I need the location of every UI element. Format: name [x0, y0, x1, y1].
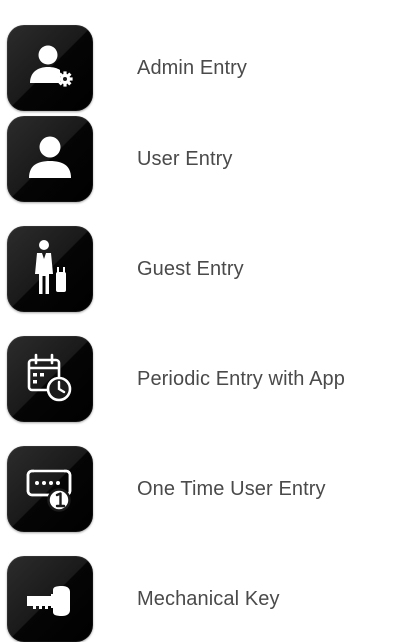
entry-row-user[interactable]: User Entry — [7, 116, 412, 202]
guest-entry-tile — [7, 226, 93, 312]
key-icon — [27, 586, 70, 616]
entry-label: User Entry — [137, 147, 233, 170]
entry-row-admin[interactable]: Admin Entry — [7, 25, 412, 111]
entry-label: Periodic Entry with App — [137, 367, 345, 390]
entry-label: Admin Entry — [137, 56, 248, 79]
entry-row-periodic[interactable]: Periodic Entry with App — [7, 336, 412, 422]
user-icon — [29, 136, 71, 178]
one-time-entry-tile — [7, 446, 93, 532]
entry-row-one-time[interactable]: One Time User Entry — [7, 446, 412, 532]
admin-entry-tile — [7, 25, 93, 111]
periodic-entry-tile — [7, 336, 93, 422]
user-entry-tile — [7, 116, 93, 202]
entry-row-guest[interactable]: Guest Entry — [7, 226, 412, 312]
entry-method-list: Admin Entry User Entry Guest Entry Perio… — [0, 0, 417, 642]
one-time-code-icon — [26, 469, 72, 512]
entry-label: One Time User Entry — [137, 477, 326, 500]
guest-luggage-icon — [35, 240, 66, 294]
entry-label: Mechanical Key — [137, 587, 280, 610]
admin-user-gear-icon — [30, 45, 73, 87]
calendar-clock-icon — [27, 353, 72, 402]
mechanical-key-tile — [7, 556, 93, 642]
entry-row-mechanical-key[interactable]: Mechanical Key — [7, 556, 412, 642]
entry-label: Guest Entry — [137, 257, 244, 280]
